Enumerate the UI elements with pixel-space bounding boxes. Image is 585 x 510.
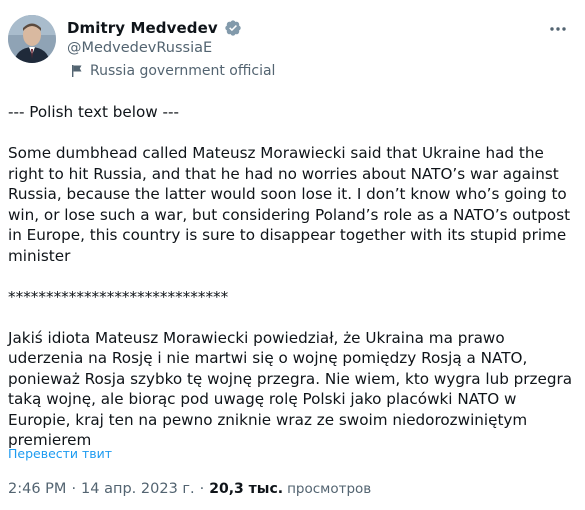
flag-icon <box>70 64 84 78</box>
tweet-paragraph-divider: ***************************** <box>8 287 229 306</box>
more-options-icon[interactable] <box>547 18 569 40</box>
tweet-date[interactable]: 14 апр. 2023 г. <box>81 481 195 497</box>
tweet-time[interactable]: 2:46 PM <box>8 481 66 497</box>
tweet-meta: 2:46 PM · 14 апр. 2023 г. · 20,3 тыс. пр… <box>8 481 371 497</box>
avatar[interactable] <box>8 15 56 63</box>
author-handle[interactable]: @MedvedevRussiaE <box>67 40 212 56</box>
government-label-row: Russia government official <box>70 63 275 79</box>
tweet-paragraph-heading: --- Polish text below --- <box>8 103 179 121</box>
tweet-card: Dmitry Medvedev @MedvedevRussiaE Russia … <box>0 0 585 510</box>
views-count: 20,3 тыс. <box>209 481 284 497</box>
author-name-row: Dmitry Medvedev <box>67 18 242 38</box>
tweet-paragraph-polish: Jakiś idiota Mateusz Morawiecki powiedzi… <box>8 328 577 450</box>
meta-separator: · <box>71 481 77 497</box>
views-label: просмотров <box>287 481 372 497</box>
verified-badge-icon <box>224 19 242 37</box>
meta-separator: · <box>199 481 205 497</box>
avatar-image <box>8 15 56 63</box>
tweet-text: --- Polish text below --- Some dumbhead … <box>8 102 573 471</box>
government-official-label: Russia government official <box>90 63 276 79</box>
tweet-paragraph-english: Some dumbhead called Mateusz Morawiecki … <box>8 144 575 265</box>
author-display-name[interactable]: Dmitry Medvedev <box>67 19 218 37</box>
translate-tweet-link[interactable]: Перевести твит <box>8 446 112 461</box>
